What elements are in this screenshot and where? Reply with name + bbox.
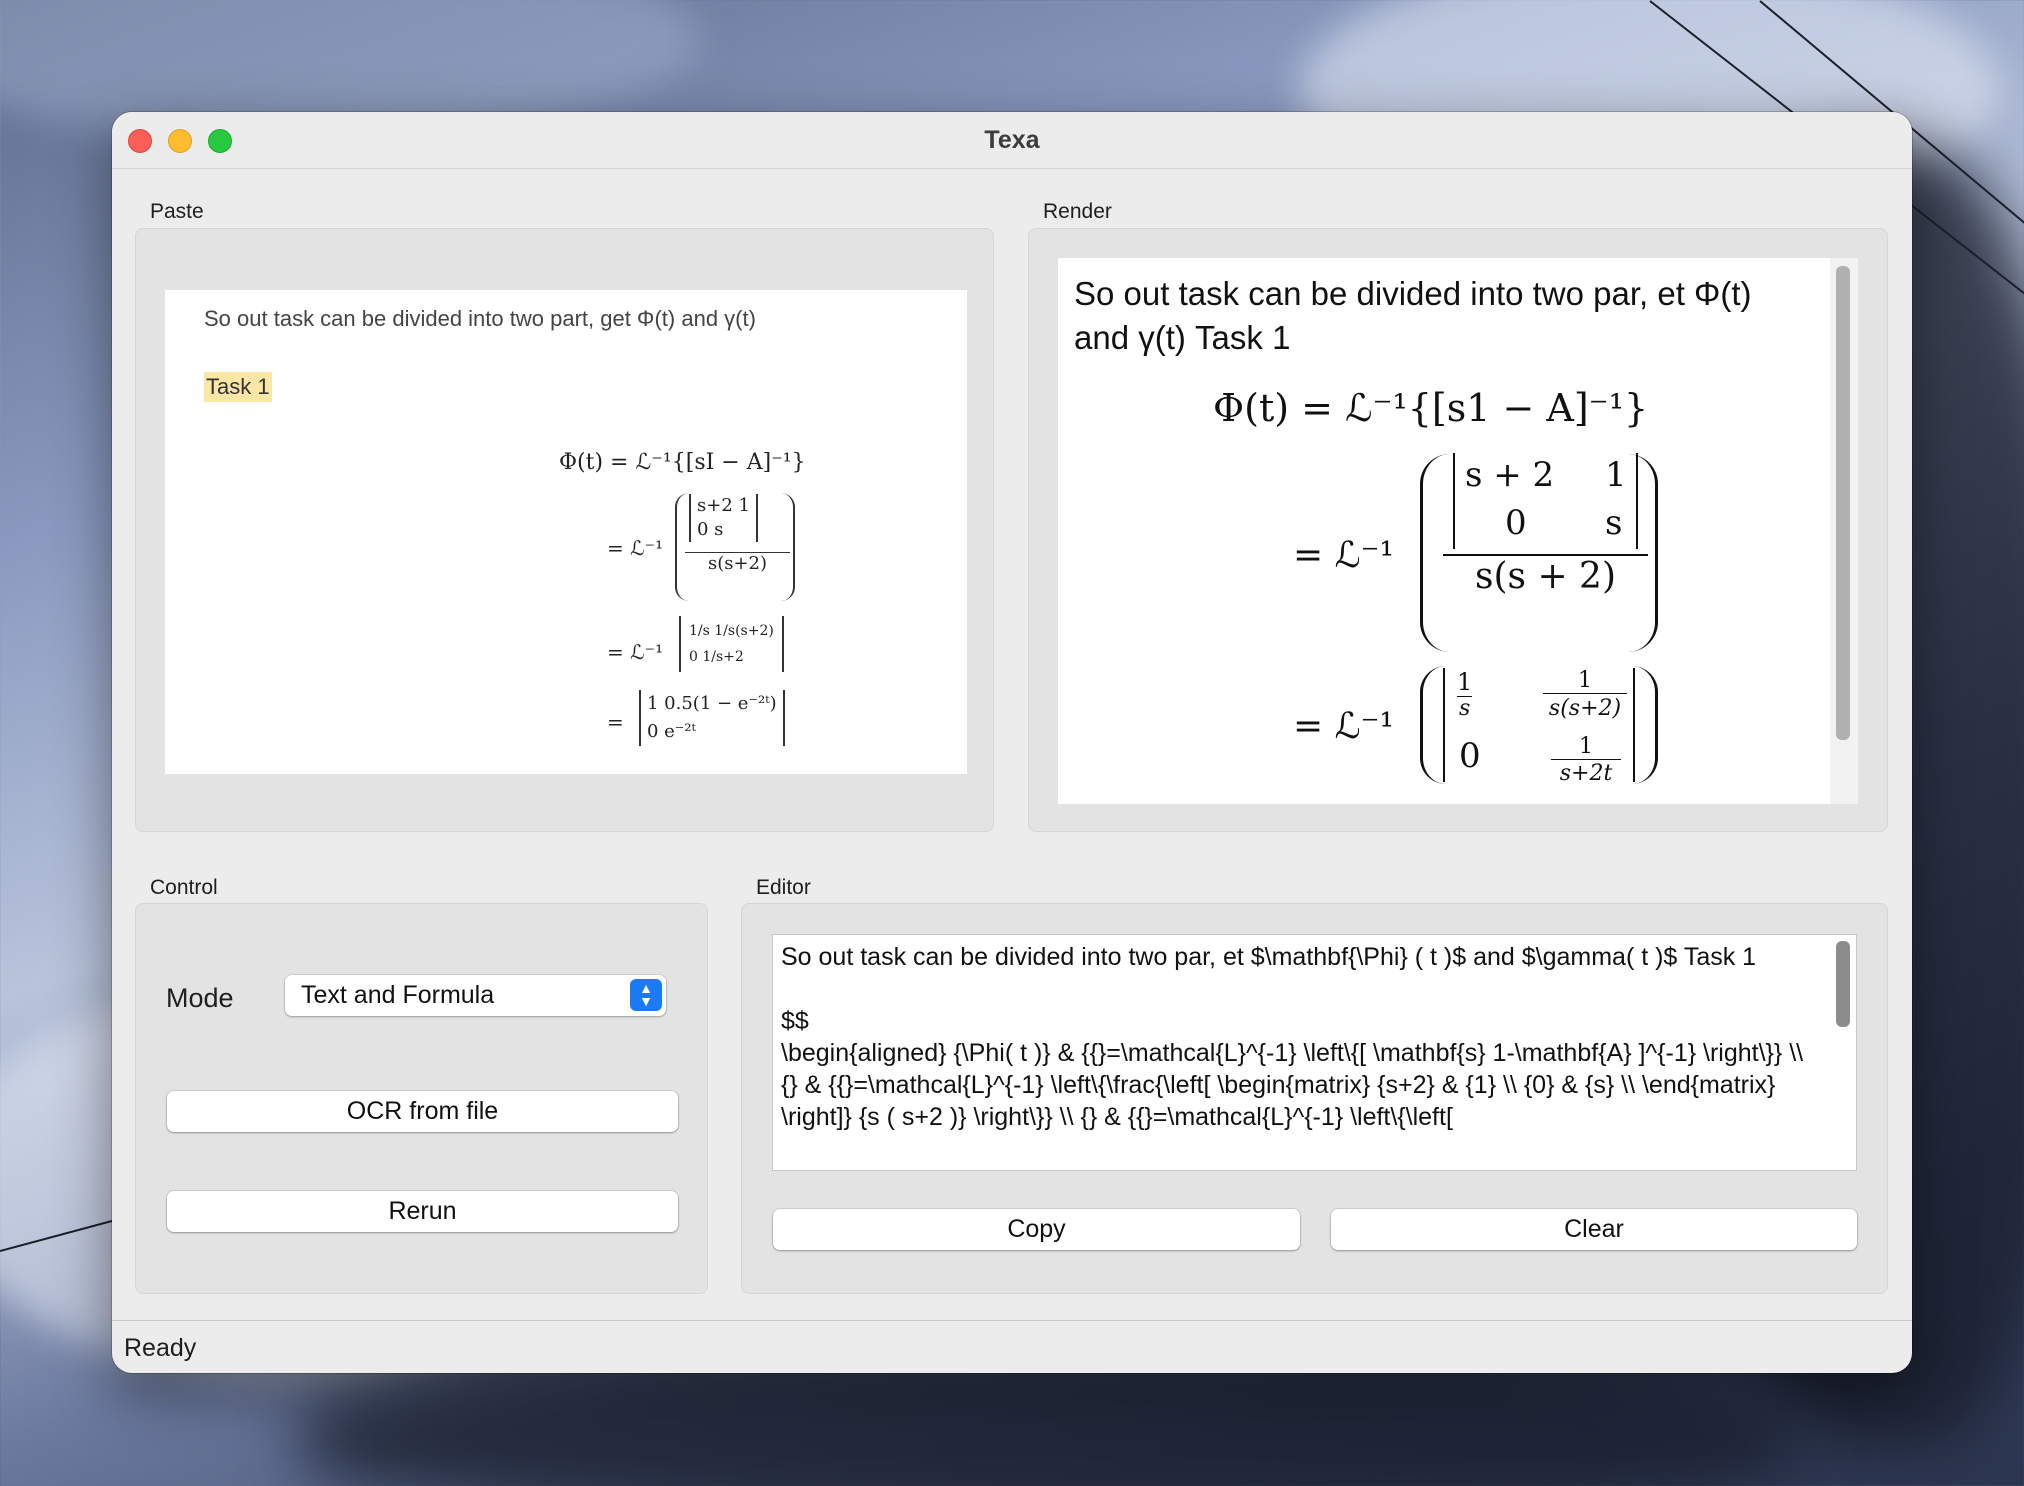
matrix-cell: s(s+2)	[1548, 696, 1622, 721]
pasted-eq-3: = ℒ⁻¹	[607, 640, 664, 664]
mode-select[interactable]: Text and Formula ▲ ▼	[285, 975, 666, 1016]
render-view[interactable]: So out task can be divided into two par,…	[1058, 258, 1858, 804]
rerun-button[interactable]: Rerun	[167, 1191, 678, 1232]
pasted-denominator: s(s+2)	[685, 552, 790, 574]
pasted-matrix-row: 1/s 1/s(s+2)	[689, 623, 774, 639]
render-denominator: s(s + 2)	[1443, 554, 1648, 597]
pasted-matrix-row: 1 0.5(1 − e⁻²ᵗ)	[647, 693, 777, 714]
title-bar: Texa	[112, 112, 1912, 169]
clear-button[interactable]: Clear	[1331, 1209, 1857, 1250]
pasted-text-line: So out task can be divided into two part…	[204, 306, 756, 331]
chevron-up-down-icon: ▲ ▼	[630, 979, 662, 1011]
pasted-matrix-4: 1 0.5(1 − e⁻²ᵗ) 0 e⁻²ᵗ	[639, 690, 785, 746]
matrix-cell: 1	[1551, 734, 1621, 760]
render-eq-1: Φ(t) = ℒ⁻¹{[s1 − A]⁻¹}	[1213, 386, 1649, 430]
editor-scrollbar-thumb[interactable]	[1836, 941, 1850, 1027]
paste-group: So out task can be divided into two part…	[135, 228, 994, 832]
matrix-cell: s	[1605, 503, 1623, 543]
render-matrix-2: s + 2 1 0 s	[1453, 453, 1638, 549]
render-scrollbar[interactable]	[1830, 258, 1858, 804]
pasted-eq-2: = ℒ⁻¹	[607, 536, 664, 560]
mode-label: Mode	[166, 983, 234, 1013]
matrix-cell: 1	[1605, 455, 1627, 495]
dark-grass	[300, 1360, 1800, 1486]
render-eq-2: = ℒ⁻¹	[1293, 535, 1394, 576]
matrix-cell: 0	[1505, 503, 1527, 543]
editor-label: Editor	[756, 876, 811, 899]
pasted-matrix-3: 1/s 1/s(s+2) 0 1/s+2	[679, 616, 784, 672]
render-matrix-3: 1 s 1 s(s+2) 0 1 s+2t	[1443, 668, 1635, 786]
pasted-eq-4: =	[607, 710, 624, 734]
paste-label: Paste	[150, 200, 204, 223]
control-label: Control	[150, 876, 218, 899]
render-scrollbar-thumb[interactable]	[1836, 266, 1850, 740]
render-eq-3: = ℒ⁻¹	[1293, 706, 1394, 747]
pasted-image[interactable]: So out task can be divided into two part…	[165, 290, 967, 774]
pasted-matrix-2: s+2 1 0 s	[689, 494, 758, 542]
mode-select-value: Text and Formula	[301, 981, 495, 1009]
pasted-matrix-row: s+2 1	[697, 495, 750, 516]
matrix-cell: 0	[1459, 736, 1481, 776]
editor-scrollbar[interactable]	[1828, 935, 1856, 1170]
matrix-cell: s + 2	[1465, 455, 1555, 495]
status-separator	[112, 1320, 1912, 1321]
pasted-matrix-row: 0 s	[697, 519, 724, 540]
latex-editor[interactable]: So out task can be divided into two par,…	[772, 934, 1857, 1171]
matrix-cell: 1	[1543, 668, 1627, 694]
status-text: Ready	[124, 1334, 197, 1362]
pasted-task-highlight: Task 1	[204, 372, 272, 402]
window-title: Texa	[984, 126, 1040, 154]
pasted-matrix-row: 0 1/s+2	[689, 649, 744, 665]
ocr-from-file-button[interactable]: OCR from file	[167, 1091, 678, 1132]
pasted-matrix-row: 0 e⁻²ᵗ	[647, 721, 696, 742]
matrix-cell: s	[1459, 696, 1471, 721]
render-text: So out task can be divided into two par,…	[1074, 275, 1752, 356]
app-window: Texa Paste So out task can be divided in…	[112, 112, 1912, 1373]
matrix-cell: 1	[1457, 668, 1473, 697]
matrix-cell: s+2t	[1559, 761, 1613, 786]
copy-button[interactable]: Copy	[773, 1209, 1300, 1250]
render-label: Render	[1043, 200, 1112, 223]
pasted-eq-1: Φ(t) = ℒ⁻¹{[sI − A]⁻¹}	[559, 450, 806, 475]
latex-editor-content: So out task can be divided into two par,…	[781, 943, 1804, 1131]
